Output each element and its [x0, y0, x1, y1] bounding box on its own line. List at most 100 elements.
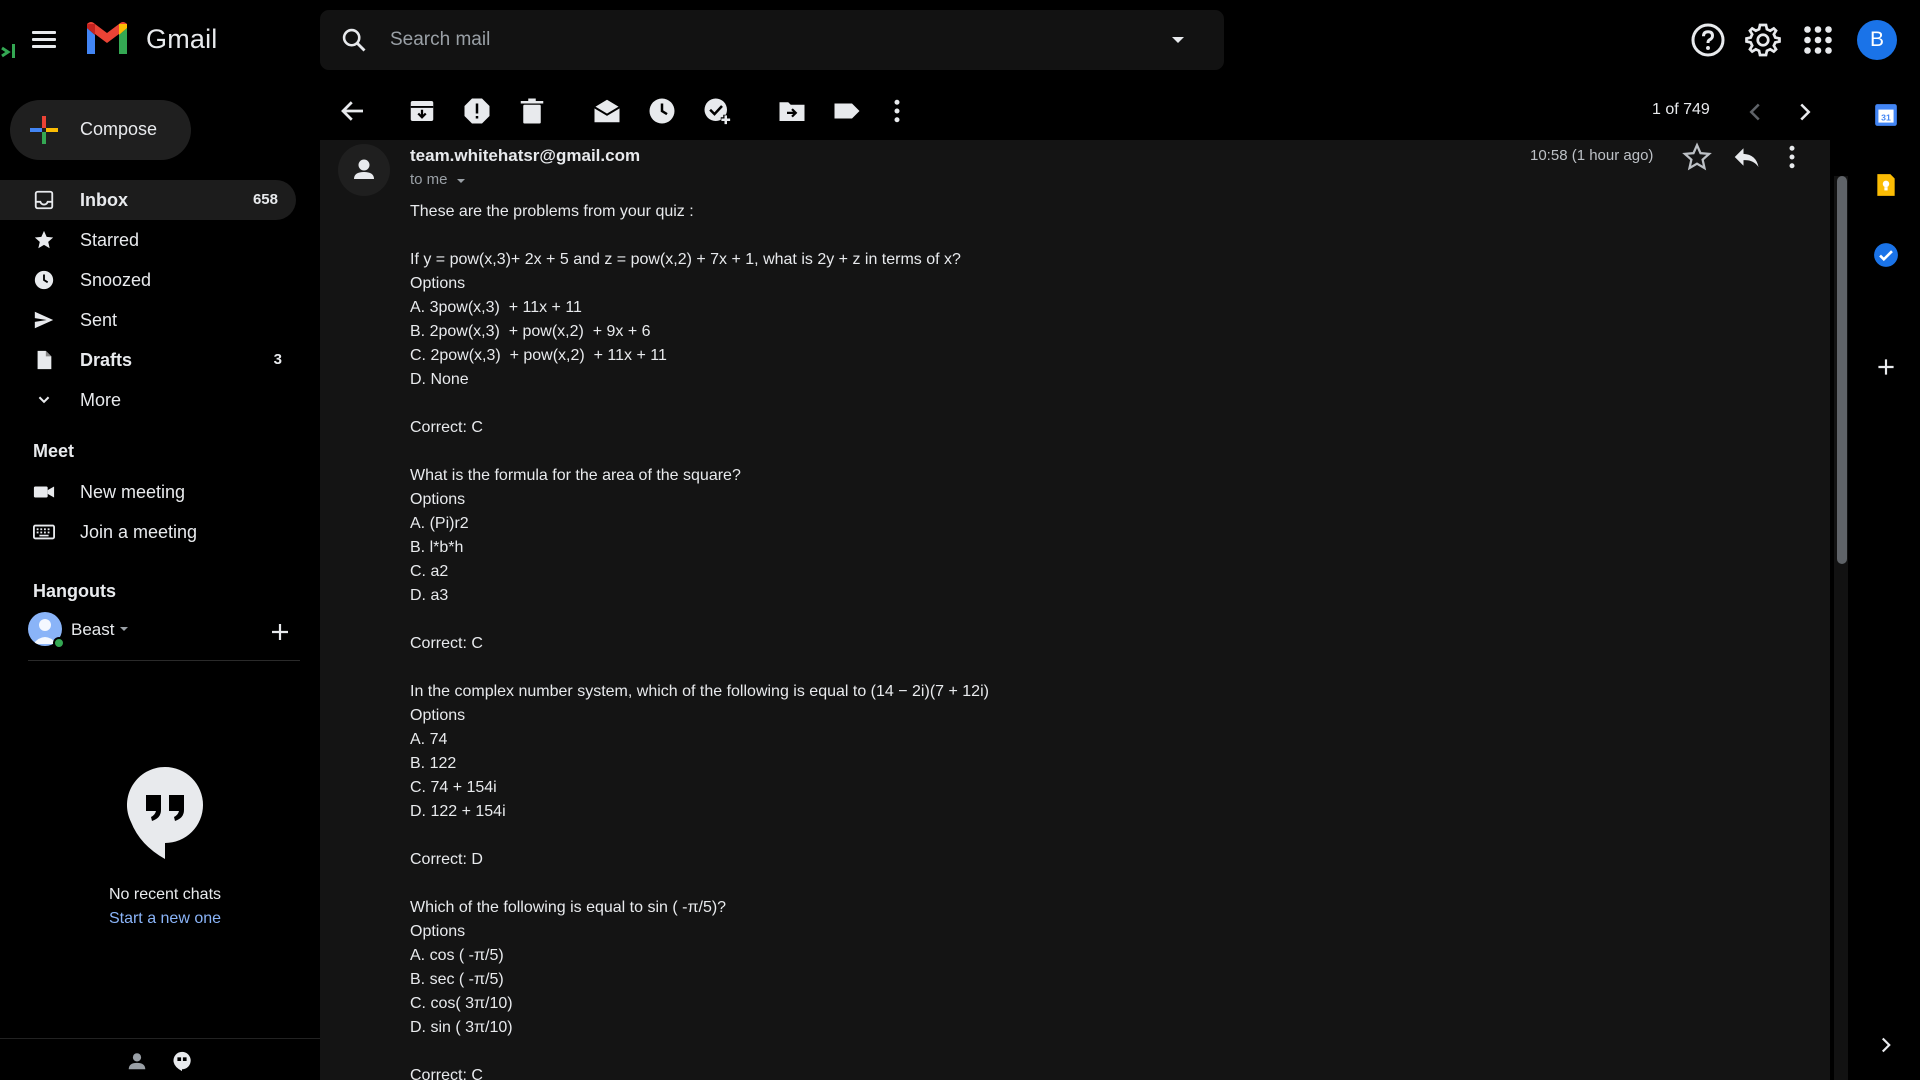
- email-body-line: A. cos ( -π/5): [410, 947, 504, 964]
- show-details-caret-icon[interactable]: [455, 175, 467, 187]
- more-vertical-icon[interactable]: [1777, 142, 1807, 172]
- main-panel: 1 of 749 team.whitehatsr@gmail.com to me…: [320, 80, 1830, 1080]
- email-body-line: Options: [410, 491, 466, 508]
- add-to-tasks-icon[interactable]: [702, 96, 732, 126]
- mark-as-unread-icon[interactable]: [592, 96, 622, 126]
- sidebar-bottom-divider: [0, 1038, 320, 1039]
- sidebar-item-snoozed[interactable]: Snoozed: [0, 260, 300, 300]
- email-body-line: C. a2: [410, 563, 449, 580]
- chevron-down-icon: [38, 396, 50, 404]
- snooze-clock-icon[interactable]: [647, 96, 677, 126]
- app-name: Gmail: [146, 24, 218, 54]
- draft-icon: [37, 350, 52, 370]
- sidebar-item-starred[interactable]: Starred: [0, 220, 300, 260]
- clock-icon: [34, 270, 54, 290]
- top-header: Gmail B: [0, 0, 1920, 80]
- sidebar-item-drafts[interactable]: Drafts 3: [0, 340, 300, 380]
- email-body-line: [410, 392, 1590, 416]
- sidebar-divider: [28, 660, 300, 661]
- account-avatar[interactable]: B: [1857, 20, 1897, 60]
- sidebar-item-label: Snoozed: [80, 270, 152, 290]
- recipient-text: to me: [410, 171, 448, 188]
- email-body-line: C. 2pow(x,3) + pow(x,2) + 11x + 11: [410, 347, 667, 364]
- email-body-line: C. 74 + 154i: [410, 779, 497, 796]
- main-menu-button[interactable]: [26, 24, 64, 56]
- help-icon[interactable]: [1690, 22, 1726, 58]
- move-to-icon[interactable]: [777, 96, 807, 126]
- archive-icon[interactable]: [407, 96, 437, 126]
- newer-chevron-left-icon[interactable]: [1740, 97, 1770, 127]
- apps-grid-icon[interactable]: [1800, 22, 1836, 58]
- email-body-line: C. cos( 3π/10): [410, 995, 513, 1012]
- keyboard-icon: [33, 524, 55, 540]
- compose-plus-icon: [30, 116, 58, 144]
- email-body-line: A. 3pow(x,3) + 11x + 11: [410, 299, 582, 316]
- sender-email[interactable]: team.whitehatsr@gmail.com: [410, 146, 640, 166]
- email-body-line: Options: [410, 275, 466, 292]
- start-new-chat-link[interactable]: Start a new one: [0, 910, 330, 928]
- add-chat-plus-icon[interactable]: [268, 620, 292, 644]
- email-body-line: [410, 872, 1590, 896]
- more-options-vertical-icon[interactable]: [882, 96, 912, 126]
- google-keep-icon[interactable]: [1873, 172, 1899, 198]
- back-arrow-icon[interactable]: [338, 96, 368, 126]
- email-body-line: Correct: C: [410, 419, 483, 436]
- sidebar-item-label: Drafts: [80, 350, 133, 370]
- get-addons-plus-icon[interactable]: [1873, 354, 1899, 380]
- email-body-line: A. (Pi)r2: [410, 515, 469, 532]
- hangouts-small-icon[interactable]: [171, 1050, 193, 1072]
- email-body-line: Which of the following is equal to sin (…: [410, 899, 727, 916]
- reply-arrow-icon[interactable]: [1731, 142, 1761, 172]
- contacts-person-icon[interactable]: [126, 1050, 148, 1072]
- email-body-line: Options: [410, 923, 466, 940]
- compose-button[interactable]: Compose: [10, 100, 191, 160]
- delete-trash-icon[interactable]: [517, 96, 547, 126]
- status-caret-icon[interactable]: [118, 623, 130, 635]
- svg-text:31: 31: [1881, 112, 1891, 122]
- sidebar-nav: Inbox 658 Starred Snoozed Sent Drafts 3 …: [0, 180, 300, 420]
- email-body-line: D. a3: [410, 587, 449, 604]
- star-outline-icon[interactable]: [1682, 142, 1712, 172]
- hangouts-user-status[interactable]: Beast: [28, 612, 298, 649]
- older-chevron-right-icon[interactable]: [1790, 97, 1820, 127]
- label-tag-icon[interactable]: [832, 96, 862, 126]
- compose-label: Compose: [80, 119, 158, 139]
- show-side-panel-chevron-icon[interactable]: [1873, 1032, 1899, 1058]
- email-message: team.whitehatsr@gmail.com to me 10:58 (1…: [320, 140, 1830, 1080]
- email-body-line: In the complex number system, which of t…: [410, 683, 989, 700]
- meet-item-label: Join a meeting: [80, 522, 198, 542]
- sidebar-item-inbox[interactable]: Inbox 658: [0, 180, 296, 220]
- email-body-line: D. sin ( 3π/10): [410, 1019, 513, 1036]
- report-spam-icon[interactable]: [462, 96, 492, 126]
- email-body-line: [410, 1040, 1590, 1064]
- email-body-line: [410, 224, 1590, 248]
- sidebar-item-label: Sent: [80, 310, 118, 330]
- new-meeting-item[interactable]: New meeting: [0, 472, 300, 512]
- join-meeting-item[interactable]: Join a meeting: [0, 512, 300, 552]
- sidebar-item-more[interactable]: More: [0, 380, 300, 420]
- email-body-line: [410, 608, 1590, 632]
- search-icon[interactable]: [340, 26, 368, 54]
- sidebar-item-label: Starred: [80, 230, 140, 250]
- settings-gear-icon[interactable]: [1745, 22, 1781, 58]
- google-calendar-icon[interactable]: 31: [1873, 102, 1899, 128]
- scrollbar[interactable]: [1834, 176, 1848, 1080]
- sidebar-item-sent[interactable]: Sent: [0, 300, 300, 340]
- video-icon: [33, 486, 55, 498]
- email-body-line: These are the problems from your quiz :: [410, 203, 694, 220]
- google-tasks-icon[interactable]: [1873, 242, 1899, 268]
- hangouts-section-title: Hangouts: [33, 581, 116, 601]
- search-bar[interactable]: [320, 10, 1224, 70]
- terminal-prompt-icon: [1, 44, 15, 58]
- email-body: These are the problems from your quiz : I…: [410, 200, 1590, 1080]
- scrollbar-thumb[interactable]: [1837, 176, 1847, 564]
- email-body-line: B. l*b*h: [410, 539, 464, 556]
- email-body-line: B. 122: [410, 755, 457, 772]
- email-body-line: Options: [410, 707, 466, 724]
- send-icon: [34, 311, 54, 329]
- pagination-text: 1 of 749: [1652, 101, 1710, 118]
- meet-item-label: New meeting: [80, 482, 186, 502]
- email-body-line: B. 2pow(x,3) + pow(x,2) + 9x + 6: [410, 323, 651, 340]
- search-input[interactable]: [390, 24, 1130, 56]
- search-options-caret-icon[interactable]: [1166, 28, 1190, 52]
